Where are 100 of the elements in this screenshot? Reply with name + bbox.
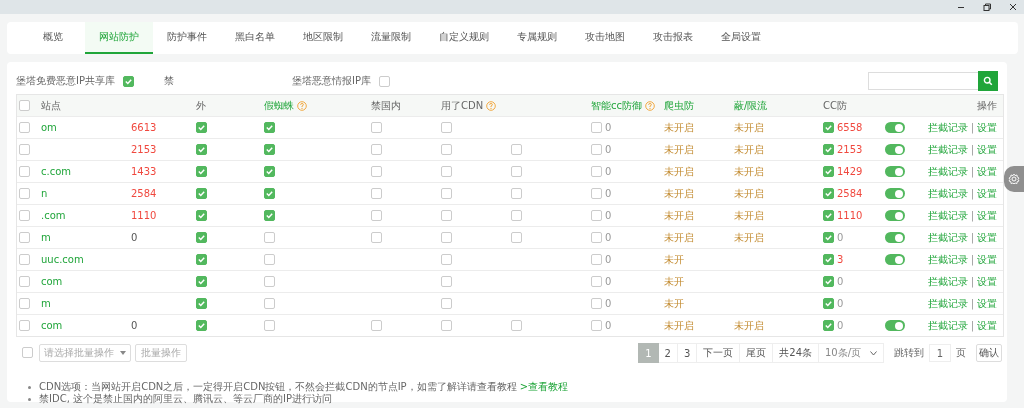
checkbox[interactable] [196, 276, 207, 287]
checkbox[interactable] [591, 210, 602, 221]
action-link[interactable]: 设置 [977, 296, 997, 311]
checkbox[interactable] [196, 188, 207, 199]
action-link[interactable]: 拦截记录 [927, 164, 968, 179]
tab[interactable]: 黑白名单 [221, 22, 289, 54]
checkbox[interactable] [823, 166, 834, 177]
checkbox[interactable] [123, 75, 134, 87]
site-link[interactable]: com [41, 320, 63, 331]
checkbox[interactable] [591, 320, 602, 331]
checkbox[interactable] [19, 166, 30, 177]
site-link[interactable]: .com [41, 210, 66, 221]
checkbox[interactable] [591, 122, 602, 133]
checkbox[interactable] [823, 210, 834, 221]
toggle-switch[interactable] [885, 210, 905, 221]
checkbox[interactable] [196, 298, 207, 309]
checkbox[interactable] [19, 254, 30, 265]
checkbox[interactable] [823, 144, 834, 155]
action-link[interactable]: 拦截记录 [927, 274, 968, 289]
tab[interactable]: 全局设置 [707, 22, 775, 54]
page-button[interactable]: 1 [638, 343, 659, 363]
checkbox[interactable] [196, 210, 207, 221]
action-link[interactable]: 拦截记录 [927, 142, 968, 157]
checkbox[interactable] [196, 254, 207, 265]
close-icon[interactable] [1008, 2, 1018, 12]
checkbox[interactable] [591, 188, 602, 199]
checkbox[interactable] [196, 232, 207, 243]
checkbox[interactable] [19, 276, 30, 287]
checkbox[interactable] [591, 298, 602, 309]
tab[interactable]: 地区限制 [289, 22, 357, 54]
action-link[interactable]: 拦截记录 [927, 230, 968, 245]
restore-icon[interactable] [982, 2, 992, 12]
tab[interactable]: 攻击地图 [571, 22, 639, 54]
checkbox[interactable] [264, 122, 275, 133]
checkbox[interactable] [19, 210, 30, 221]
checkbox[interactable] [19, 188, 30, 199]
checkbox[interactable] [823, 320, 834, 331]
toggle-switch[interactable] [885, 144, 905, 155]
checkbox[interactable] [196, 122, 207, 133]
tab[interactable]: 概览 [21, 22, 85, 54]
toggle-switch[interactable] [885, 122, 905, 133]
checkbox[interactable] [511, 320, 522, 331]
batch-select[interactable]: 请选择批量操作 [39, 344, 131, 362]
site-link[interactable]: om [41, 122, 57, 133]
checkbox[interactable] [371, 320, 382, 331]
checkbox[interactable] [371, 210, 382, 221]
action-link[interactable]: 拦截记录 [927, 120, 968, 135]
checkbox[interactable] [19, 100, 30, 111]
checkbox[interactable] [19, 232, 30, 243]
checkbox[interactable] [591, 232, 602, 243]
action-link[interactable]: 设置 [977, 318, 997, 333]
checkbox[interactable] [441, 232, 452, 243]
page-button[interactable]: 2 [658, 343, 678, 363]
checkbox[interactable] [511, 144, 522, 155]
checkbox[interactable] [371, 188, 382, 199]
toggle-switch[interactable] [885, 254, 905, 265]
checkbox[interactable] [441, 276, 452, 287]
checkbox[interactable] [264, 144, 275, 155]
checkbox[interactable] [441, 210, 452, 221]
help-icon[interactable] [297, 100, 307, 111]
checkbox[interactable] [264, 188, 275, 199]
page-size-select[interactable]: 10条/页 [819, 343, 884, 363]
action-link[interactable]: 设置 [977, 186, 997, 201]
checkbox[interactable] [511, 210, 522, 221]
checkbox[interactable] [441, 122, 452, 133]
checkbox[interactable] [823, 188, 834, 199]
site-link[interactable]: uuc.com [41, 254, 84, 265]
action-link[interactable]: 设置 [977, 142, 997, 157]
checkbox[interactable] [511, 166, 522, 177]
checkbox[interactable] [823, 276, 834, 287]
checkbox[interactable] [591, 144, 602, 155]
action-link[interactable]: 拦截记录 [927, 208, 968, 223]
search-button[interactable] [978, 71, 998, 91]
site-link[interactable]: m [41, 298, 51, 309]
toggle-switch[interactable] [885, 320, 905, 331]
checkbox[interactable] [441, 254, 452, 265]
tutorial-link[interactable]: >查看教程 [519, 381, 569, 392]
checkbox[interactable] [823, 254, 834, 265]
tab[interactable]: 网站防护 [85, 22, 153, 54]
checkbox[interactable] [22, 346, 33, 358]
checkbox[interactable] [196, 144, 207, 155]
checkbox[interactable] [19, 298, 30, 309]
checkbox[interactable] [591, 254, 602, 265]
page-input[interactable]: 1 [929, 344, 951, 362]
site-link[interactable]: com [41, 276, 63, 287]
confirm-button[interactable]: 确认 [976, 344, 1002, 362]
checkbox[interactable] [511, 232, 522, 243]
site-link[interactable]: n [41, 188, 48, 199]
action-link[interactable]: 设置 [977, 230, 997, 245]
checkbox[interactable] [441, 166, 452, 177]
tab[interactable]: 攻击报表 [639, 22, 707, 54]
checkbox[interactable] [591, 166, 602, 177]
checkbox[interactable] [441, 298, 452, 309]
checkbox[interactable] [196, 320, 207, 331]
checkbox[interactable] [371, 232, 382, 243]
page-button[interactable]: 3 [677, 343, 698, 363]
last-page-button[interactable]: 尾页 [740, 343, 774, 363]
checkbox[interactable] [823, 232, 834, 243]
checkbox[interactable] [441, 320, 452, 331]
action-link[interactable]: 设置 [977, 252, 997, 267]
